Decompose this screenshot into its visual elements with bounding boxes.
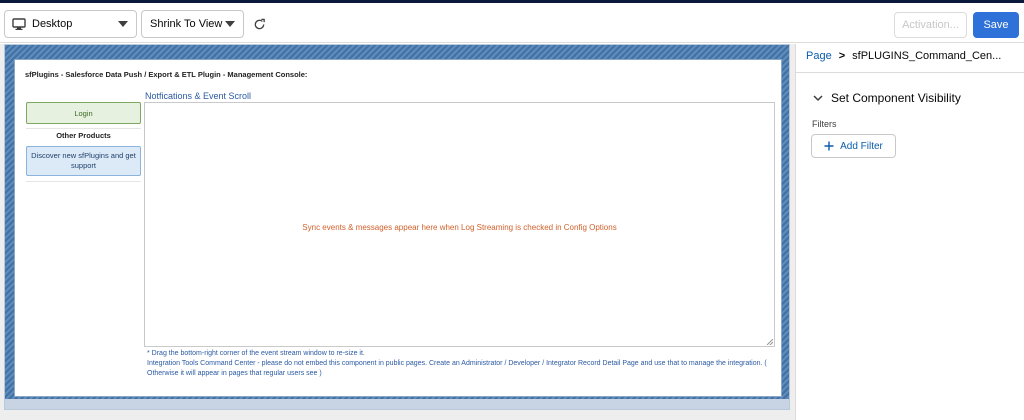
chevron-down-icon — [225, 21, 235, 27]
refresh-icon[interactable] — [251, 16, 267, 32]
builder-toolbar: Desktop Shrink To View Activation... Sav… — [0, 3, 1024, 43]
management-console-panel[interactable]: sfPlugins - Salesforce Data Push / Expor… — [14, 59, 782, 397]
console-title: sfPlugins - Salesforce Data Push / Expor… — [25, 70, 308, 79]
note-embed-warning: Integration Tools Command Center - pleas… — [147, 360, 767, 377]
discover-plugins-button[interactable]: Discover new sfPlugins and get support — [26, 146, 141, 176]
breadcrumb-page-link[interactable]: Page — [806, 50, 832, 62]
event-stream-placeholder: Sync events & messages appear here when … — [302, 223, 617, 232]
chevron-down-icon — [813, 93, 823, 103]
activation-button[interactable]: Activation... — [894, 12, 967, 38]
login-button[interactable]: Login — [26, 102, 141, 124]
zoom-selector[interactable]: Shrink To View — [141, 10, 244, 38]
add-filter-label: Add Filter — [840, 140, 883, 152]
desktop-icon — [12, 17, 26, 31]
visibility-section-title: Set Component Visibility — [831, 91, 961, 105]
notifications-heading: Notfications & Event Scroll — [145, 91, 252, 101]
device-selector-label: Desktop — [32, 18, 73, 30]
resize-handle-icon[interactable] — [767, 339, 773, 345]
sidebar-divider — [26, 181, 141, 182]
visibility-section-toggle[interactable]: Set Component Visibility — [813, 91, 961, 105]
event-stream-window[interactable]: Sync events & messages appear here when … — [144, 102, 775, 347]
zoom-selector-label: Shrink To View — [150, 18, 223, 30]
breadcrumb-current: sfPLUGINS_Command_Cen... — [852, 50, 1002, 62]
other-products-heading: Other Products — [26, 128, 141, 142]
breadcrumb: Page > sfPLUGINS_Command_Cen... — [806, 50, 1001, 62]
properties-divider — [796, 72, 1024, 73]
add-filter-button[interactable]: Add Filter — [811, 134, 896, 158]
breadcrumb-separator: > — [838, 50, 846, 62]
chevron-down-icon — [118, 21, 128, 27]
filters-label: Filters — [812, 119, 837, 129]
properties-panel: Page > sfPLUGINS_Command_Cen... Set Comp… — [795, 44, 1024, 420]
save-button[interactable]: Save — [973, 12, 1019, 38]
note-resize-hint: * Drag the bottom-right corner of the ev… — [147, 350, 365, 357]
plus-icon — [824, 141, 834, 151]
device-selector[interactable]: Desktop — [4, 10, 137, 38]
console-notes: * Drag the bottom-right corner of the ev… — [147, 349, 773, 379]
